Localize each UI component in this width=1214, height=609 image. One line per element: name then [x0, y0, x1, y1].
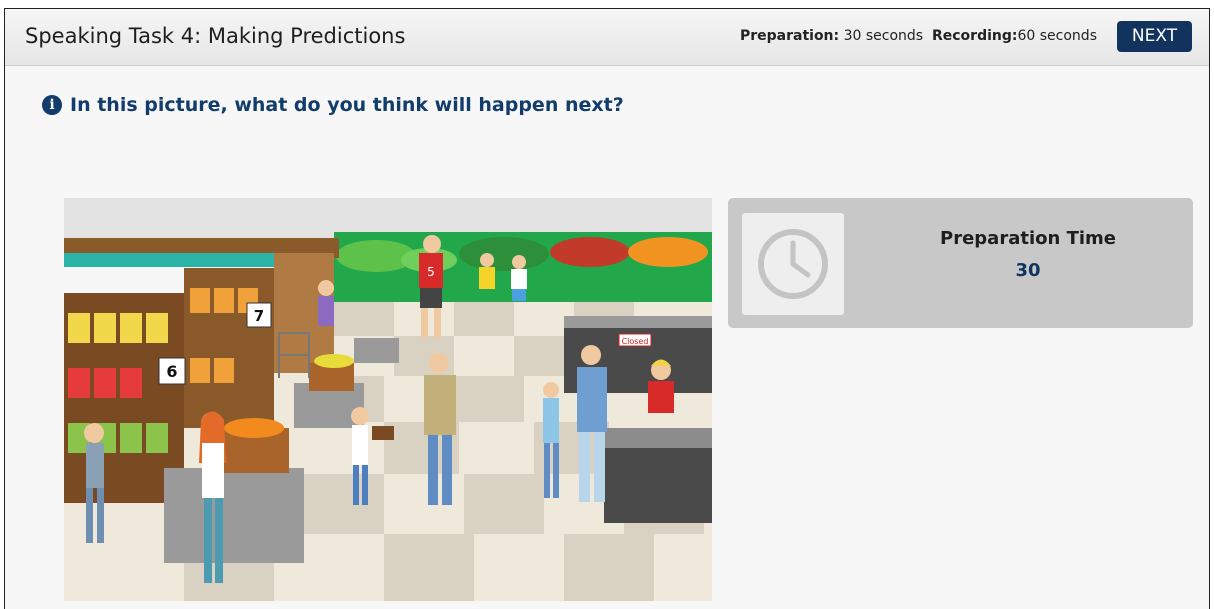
- recording-label: Recording:: [931, 28, 1018, 44]
- player-number: 5: [427, 265, 435, 279]
- header-bar: Speaking Task 4: Making Predictions Prep…: [5, 9, 1209, 66]
- preparation-timer-panel: Preparation Time 30: [728, 198, 1193, 328]
- shelf-sign-7: 7: [254, 307, 264, 325]
- preparation-time-label: Preparation Time: [940, 228, 1116, 249]
- question-prompt: i In this picture, what do you think will…: [42, 94, 624, 116]
- preparation-time-countdown: 30: [1015, 260, 1041, 281]
- shelf-sign-6: 6: [166, 362, 177, 381]
- preparation-value: 30 seconds: [843, 28, 924, 44]
- question-text: In this picture, what do you think will …: [70, 94, 624, 116]
- page-title: Speaking Task 4: Making Predictions: [25, 24, 406, 48]
- preparation-label: Preparation:: [739, 28, 840, 44]
- next-button[interactable]: NEXT: [1117, 21, 1192, 52]
- recording-value: 60 seconds: [1017, 28, 1098, 44]
- info-icon: i: [42, 95, 62, 115]
- checkout-closed-sign: Closed: [622, 337, 649, 346]
- clock-icon: [742, 213, 844, 315]
- task-window: Speaking Task 4: Making Predictions Prep…: [4, 8, 1210, 609]
- timing-info: Preparation: 30 seconds Recording:60 sec…: [740, 28, 1097, 44]
- grocery-store-illustration: 6 7 Closed 5: [64, 198, 712, 601]
